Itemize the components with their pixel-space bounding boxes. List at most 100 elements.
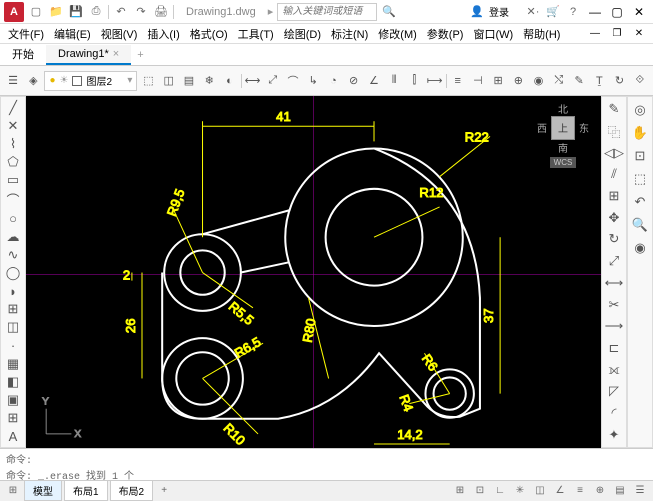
layout-add-icon[interactable]: + bbox=[155, 482, 173, 500]
grid-icon[interactable]: ⊞ bbox=[451, 482, 469, 500]
tolerance-icon[interactable]: ⊞ bbox=[489, 70, 507, 92]
layer-props-icon[interactable]: ☰ bbox=[4, 70, 22, 92]
doc-restore[interactable]: ❐ bbox=[607, 26, 627, 42]
menu-modify[interactable]: 修改(M) bbox=[374, 24, 421, 44]
qp-icon[interactable]: ▤ bbox=[611, 482, 629, 500]
menu-insert[interactable]: 插入(I) bbox=[143, 24, 183, 44]
trim-tool[interactable]: ✂ bbox=[603, 294, 625, 315]
osnap-icon[interactable]: ◫ bbox=[531, 482, 549, 500]
arc-tool[interactable]: ⌒ bbox=[2, 190, 24, 209]
wcs-label[interactable]: WCS bbox=[550, 157, 577, 168]
menu-view[interactable]: 视图(V) bbox=[97, 24, 142, 44]
spline-tool[interactable]: ∿ bbox=[2, 246, 24, 263]
save-icon[interactable]: 💾 bbox=[68, 4, 84, 20]
dim-edit-icon[interactable]: ✎ bbox=[570, 70, 588, 92]
cad-drawing[interactable]: Y X bbox=[26, 96, 601, 448]
tab-drawing[interactable]: Drawing1*× bbox=[46, 45, 131, 65]
revcloud-tool[interactable]: ☁ bbox=[2, 228, 24, 245]
dim-update-icon[interactable]: ↻ bbox=[610, 70, 628, 92]
dim-diam-icon[interactable]: ⊘ bbox=[345, 70, 363, 92]
menu-file[interactable]: 文件(F) bbox=[4, 24, 48, 44]
dim-angle-icon[interactable]: ∠ bbox=[365, 70, 383, 92]
tab-add-button[interactable]: + bbox=[131, 47, 149, 63]
array-tool[interactable]: ⊞ bbox=[603, 186, 625, 207]
layer-iso-icon[interactable]: ▤ bbox=[180, 70, 198, 92]
inspect-icon[interactable]: ◉ bbox=[529, 70, 547, 92]
tab-model[interactable]: 模型 bbox=[24, 480, 62, 501]
mirror-tool[interactable]: ◁▷ bbox=[603, 142, 625, 163]
menu-tools[interactable]: 工具(T) bbox=[234, 24, 278, 44]
scale-tool[interactable]: ⤢ bbox=[603, 251, 625, 272]
menu-draw[interactable]: 绘图(D) bbox=[280, 24, 325, 44]
region-tool[interactable]: ▣ bbox=[2, 392, 24, 409]
dim-break-icon[interactable]: ⊣ bbox=[469, 70, 487, 92]
dyn-icon[interactable]: ⊕ bbox=[591, 482, 609, 500]
search-input[interactable] bbox=[277, 3, 377, 21]
zoom-win-icon[interactable]: ⬚ bbox=[629, 168, 651, 190]
point-tool[interactable]: · bbox=[2, 337, 24, 354]
custom-icon[interactable]: ☰ bbox=[631, 482, 649, 500]
dim-aligned-icon[interactable]: ⤢ bbox=[264, 70, 282, 92]
zoom-prev-icon[interactable]: ↶ bbox=[629, 191, 651, 213]
dim-cont-icon[interactable]: ⟼ bbox=[425, 70, 443, 92]
lwt-icon[interactable]: ≡ bbox=[571, 482, 589, 500]
menu-dim[interactable]: 标注(N) bbox=[327, 24, 372, 44]
stretch-tool[interactable]: ⟷ bbox=[603, 273, 625, 294]
dim-radius-icon[interactable]: ◔ bbox=[324, 70, 342, 92]
ortho-icon[interactable]: ∟ bbox=[491, 482, 509, 500]
xline-tool[interactable]: ✕ bbox=[2, 117, 24, 134]
tab-start[interactable]: 开始 bbox=[0, 43, 46, 67]
extend-tool[interactable]: ⟶ bbox=[603, 316, 625, 337]
offset-tool[interactable]: ⫽ bbox=[603, 164, 625, 185]
doc-close[interactable]: ✕ bbox=[629, 26, 649, 42]
menu-help[interactable]: 帮助(H) bbox=[519, 24, 564, 44]
ellipse-tool[interactable]: ◯ bbox=[2, 264, 24, 281]
move-tool[interactable]: ✥ bbox=[603, 207, 625, 228]
layer-selector[interactable]: ●☀ 图层2 ▾ bbox=[44, 71, 137, 91]
pline-tool[interactable]: ⌇ bbox=[2, 135, 24, 152]
tab-close-icon[interactable]: × bbox=[113, 48, 119, 60]
zoom-ext-icon[interactable]: ⊡ bbox=[629, 145, 651, 167]
saveas-icon[interactable]: ⎙ bbox=[88, 4, 104, 20]
login-label[interactable]: 登录 bbox=[489, 4, 509, 19]
user-icon[interactable]: 👤 bbox=[469, 4, 485, 20]
viewcube-top[interactable]: 上 bbox=[551, 116, 575, 140]
join-tool[interactable]: ⟗ bbox=[603, 359, 625, 380]
search-icon[interactable]: 🔍 bbox=[381, 4, 397, 20]
drawing-canvas[interactable]: Y X bbox=[26, 96, 601, 448]
polygon-tool[interactable]: ⬠ bbox=[2, 154, 24, 171]
fillet-tool[interactable]: ◜ bbox=[603, 403, 625, 424]
dim-space-icon[interactable]: ≡ bbox=[449, 70, 467, 92]
rect-tool[interactable]: ▭ bbox=[2, 172, 24, 189]
rotate-tool[interactable]: ↻ bbox=[603, 229, 625, 250]
menu-format[interactable]: 格式(O) bbox=[186, 24, 232, 44]
cart-icon[interactable]: 🛒 bbox=[545, 4, 561, 20]
steering-icon[interactable]: ◎ bbox=[629, 99, 651, 121]
otrack-icon[interactable]: ∠ bbox=[551, 482, 569, 500]
help-icon[interactable]: ? bbox=[565, 4, 581, 20]
doc-minimize[interactable]: — bbox=[585, 26, 605, 42]
open-icon[interactable]: 📁 bbox=[48, 4, 64, 20]
break-tool[interactable]: ⊏ bbox=[603, 338, 625, 359]
dim-linear-icon[interactable]: ⟷ bbox=[243, 70, 261, 92]
layer-match-icon[interactable]: ⬚ bbox=[139, 70, 157, 92]
minimize-button[interactable]: — bbox=[585, 4, 605, 20]
tab-layout2[interactable]: 布局2 bbox=[110, 480, 154, 501]
polar-icon[interactable]: ✳ bbox=[511, 482, 529, 500]
explode-tool[interactable]: ✦ bbox=[603, 424, 625, 445]
zoom-rt-icon[interactable]: 🔍 bbox=[629, 214, 651, 236]
ellipsearc-tool[interactable]: ◗ bbox=[2, 283, 24, 300]
undo-icon[interactable]: ↶ bbox=[113, 4, 129, 20]
maximize-button[interactable]: ▢ bbox=[607, 4, 627, 20]
layer-freeze-icon[interactable]: ❄ bbox=[200, 70, 218, 92]
pan-icon[interactable]: ✋ bbox=[629, 122, 651, 144]
circle-tool[interactable]: ○ bbox=[2, 210, 24, 227]
exchange-icon[interactable]: ✕· bbox=[525, 4, 541, 20]
orbit-icon[interactable]: ◉ bbox=[629, 237, 651, 259]
dim-arc-icon[interactable]: ⌒ bbox=[284, 70, 302, 92]
menu-window[interactable]: 窗口(W) bbox=[469, 24, 517, 44]
new-icon[interactable]: ▢ bbox=[28, 4, 44, 20]
close-button[interactable]: ✕ bbox=[629, 4, 649, 20]
erase-tool[interactable]: ✎ bbox=[603, 99, 625, 120]
chamfer-tool[interactable]: ◸ bbox=[603, 381, 625, 402]
